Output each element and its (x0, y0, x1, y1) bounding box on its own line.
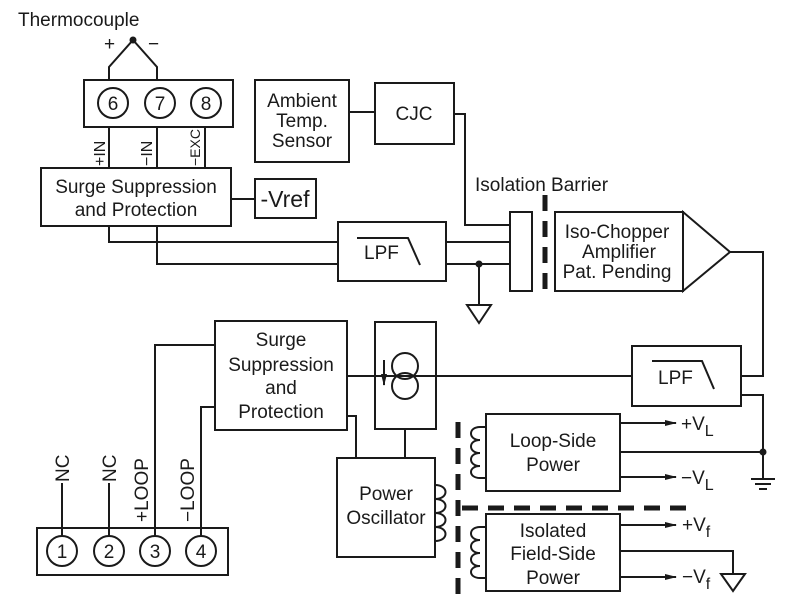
minus-vf-label: −Vf (682, 567, 711, 593)
isolation-barrier-label: Isolation Barrier (475, 175, 609, 196)
surge-bottom-line3: and (265, 378, 297, 399)
lpf-top-label: LPF (364, 243, 399, 264)
wire-label-plus-in: +IN (92, 141, 109, 166)
wire-label-minus-in: −IN (139, 141, 156, 166)
wire-label-minus-loop: −LOOP (178, 458, 199, 522)
oscillator-line2: Oscillator (346, 508, 426, 529)
loop-side-line2: Power (526, 455, 581, 476)
node-dot (759, 448, 767, 456)
wire-label-minus-exc: −EXC (187, 129, 203, 166)
oscillator-line1: Power (359, 484, 414, 505)
ambient-line1: Ambient (267, 91, 337, 112)
thermocouple-plus: + (104, 34, 115, 55)
isolation-barrier-block (509, 211, 533, 292)
thermocouple-label: Thermocouple (18, 10, 139, 31)
lpf-bottom-label: LPF (658, 368, 693, 389)
terminal-7: 7 (155, 94, 166, 115)
field-side-line2: Field-Side (510, 544, 596, 565)
iso-chopper-line3: Pat. Pending (563, 262, 672, 283)
field-common-wire (620, 550, 734, 574)
iso-chopper-line2: Amplifier (582, 242, 657, 263)
terminal-8: 8 (201, 94, 212, 115)
plus-vl-label: +VL (681, 414, 714, 440)
cjc-wire (454, 113, 510, 226)
wire-label-nc-2: NC (100, 455, 121, 482)
lpf-barrier-wires (446, 241, 510, 305)
surge-bottom-line1: Surge (256, 330, 307, 351)
plus-vf-label: +Vf (682, 515, 711, 541)
signal-conditioner-block-diagram: Thermocouple + − 6 7 8 +IN −IN −EXC Surg… (18, 10, 775, 600)
ground-icon (465, 304, 493, 325)
surge-lpf-wires (108, 226, 338, 265)
top-terminal-block: 6 7 8 (83, 79, 234, 128)
loop-coil-icon (470, 426, 486, 479)
node-dot (475, 260, 483, 268)
vref-label: -Vref (261, 186, 311, 212)
junction-dot (129, 36, 137, 44)
surge-top-line1: Surge Suppression (55, 177, 217, 198)
field-side-line3: Power (526, 568, 581, 589)
ambient-line3: Sensor (272, 131, 333, 152)
ambient-line2: Temp. (276, 111, 328, 132)
terminal-4: 4 (196, 542, 207, 563)
thermocouple-minus: − (148, 34, 159, 55)
loop-side-power-box (485, 413, 621, 492)
terminal-6: 6 (108, 94, 119, 115)
terminal-3: 3 (150, 542, 161, 563)
loop-side-line1: Loop-Side (510, 431, 597, 452)
primary-coil-icon (434, 484, 447, 542)
cjc-label: CJC (396, 104, 433, 125)
field-side-line1: Isolated (520, 521, 587, 542)
amplifier-triangle-icon (682, 209, 732, 294)
minus-vl-label: −VL (681, 468, 714, 494)
wire-label-nc-1: NC (53, 455, 74, 482)
surge-top-line2: and Protection (75, 200, 198, 221)
terminal-2: 2 (104, 542, 115, 563)
bottom-terminal-block: 1 2 3 4 (36, 527, 229, 576)
earth-ground-icon (751, 478, 775, 490)
field-coil-icon (470, 526, 486, 579)
surge-bottom-line4: Protection (238, 402, 324, 423)
ground-icon (719, 573, 747, 593)
wire-label-plus-loop: +LOOP (132, 458, 153, 522)
terminal-1: 1 (57, 542, 68, 563)
iso-chopper-line1: Iso-Chopper (565, 222, 670, 243)
surge-bottom-line2: Suppression (228, 355, 334, 376)
